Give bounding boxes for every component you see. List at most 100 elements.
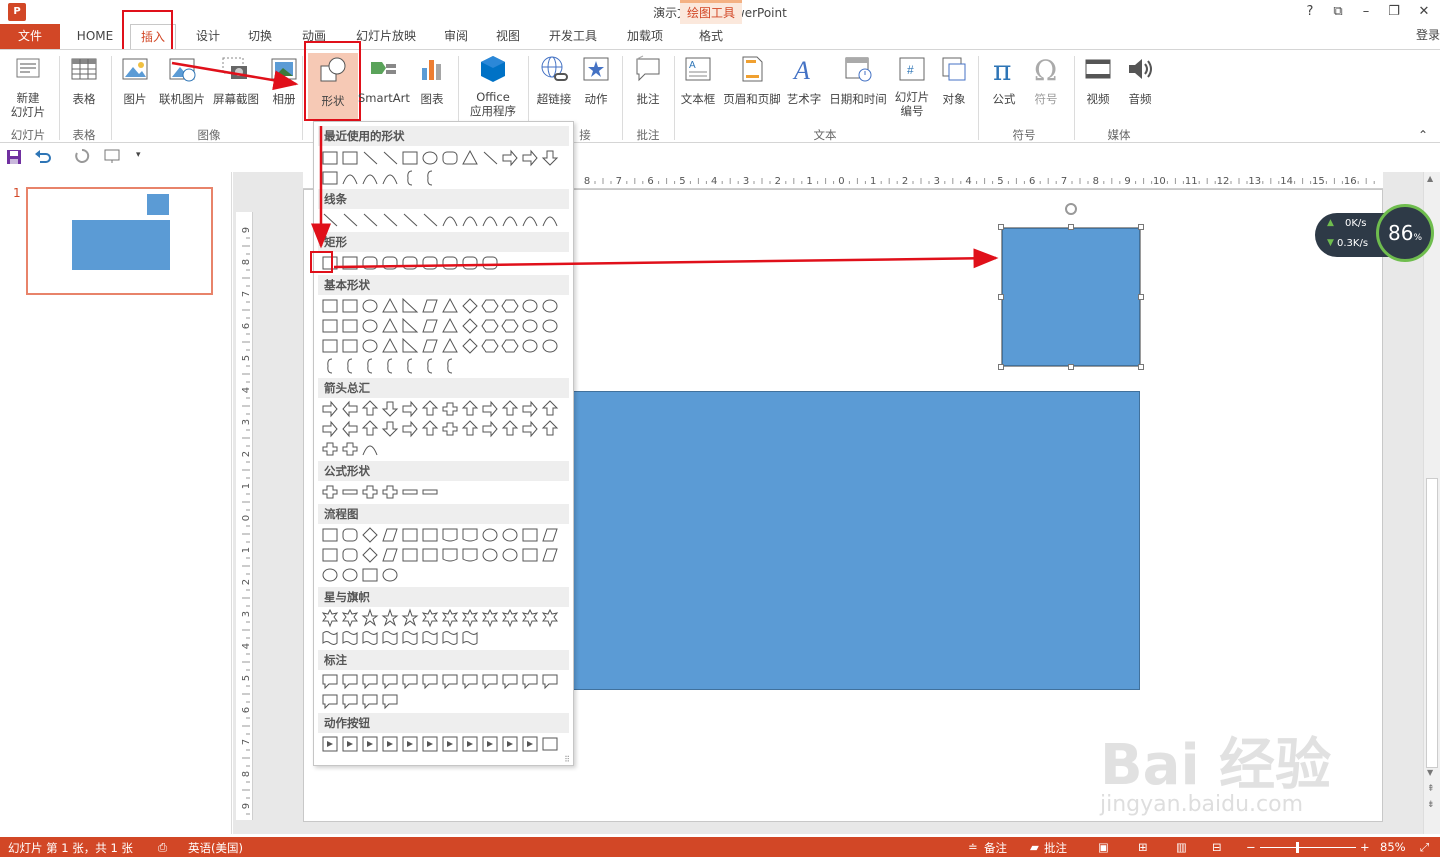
tab-addins[interactable]: 加载项 bbox=[616, 24, 674, 49]
line-icons[interactable] bbox=[318, 210, 569, 230]
start-slideshow-icon[interactable] bbox=[104, 148, 122, 164]
audio-button[interactable]: 音频 bbox=[1120, 54, 1160, 107]
notes-button[interactable]: 备注 bbox=[984, 840, 1007, 856]
zoom-level[interactable]: 85% bbox=[1380, 840, 1406, 854]
comments-button[interactable]: 批注 bbox=[1044, 840, 1067, 856]
new-slide-button[interactable]: 新建 幻灯片 bbox=[2, 54, 54, 119]
close-button[interactable]: ✕ bbox=[1410, 2, 1438, 22]
flowchart-icons[interactable] bbox=[318, 545, 569, 565]
flowchart-icons[interactable] bbox=[318, 525, 569, 545]
resize-handle[interactable] bbox=[1138, 294, 1144, 300]
resize-handle[interactable] bbox=[1068, 224, 1074, 230]
flowchart-icons[interactable] bbox=[318, 565, 569, 585]
resize-handle[interactable] bbox=[1068, 364, 1074, 370]
zoom-out-button[interactable]: − bbox=[1246, 840, 1256, 854]
shape-row[interactable] bbox=[318, 316, 569, 336]
shape-icons[interactable] bbox=[318, 356, 569, 376]
callout-icons[interactable] bbox=[318, 691, 569, 711]
object-button[interactable]: 对象 bbox=[936, 54, 972, 107]
vertical-scrollbar[interactable]: ▲ ▼ ⇞ ⇟ bbox=[1423, 172, 1440, 834]
rotate-handle-icon[interactable] bbox=[1065, 203, 1077, 215]
shape-row[interactable] bbox=[318, 545, 569, 565]
maximize-button[interactable]: ❐ bbox=[1380, 2, 1408, 22]
arrow-icons[interactable] bbox=[318, 419, 569, 439]
shape-row[interactable] bbox=[318, 671, 569, 691]
help-button[interactable]: ? bbox=[1296, 2, 1324, 22]
shape-row[interactable] bbox=[318, 296, 569, 316]
shape-row[interactable] bbox=[318, 565, 569, 585]
comments-icon[interactable]: ▰ bbox=[1030, 840, 1039, 854]
tab-review[interactable]: 审阅 bbox=[434, 24, 478, 49]
equation-button[interactable]: π 公式 bbox=[982, 54, 1026, 107]
textbox-button[interactable]: A 文本框 bbox=[678, 54, 718, 107]
banner-icons[interactable] bbox=[318, 628, 569, 648]
shape-icons[interactable] bbox=[318, 316, 569, 336]
fit-slide-icon[interactable]: ⤢ bbox=[1420, 840, 1429, 855]
shape-row[interactable] bbox=[318, 628, 569, 648]
resize-grip-icon[interactable]: ⠿ bbox=[564, 755, 570, 764]
save-icon[interactable] bbox=[6, 149, 22, 165]
slide-number-button[interactable]: # 幻灯片 编号 bbox=[890, 54, 934, 118]
shape-row[interactable] bbox=[318, 525, 569, 545]
chart-button[interactable]: 图表 bbox=[412, 54, 452, 107]
resize-handle[interactable] bbox=[998, 294, 1004, 300]
office-apps-button[interactable]: Office 应用程序 bbox=[462, 54, 524, 118]
math-shape-icons[interactable] bbox=[318, 482, 569, 502]
shape-row[interactable] bbox=[318, 210, 569, 230]
customize-qat-icon[interactable]: ▾ bbox=[136, 150, 141, 160]
sorter-view-icon[interactable]: ⊞ bbox=[1138, 840, 1148, 854]
shape-icons[interactable] bbox=[318, 148, 569, 168]
rectangle-icons[interactable] bbox=[318, 253, 569, 273]
star-icons[interactable] bbox=[318, 608, 569, 628]
datetime-button[interactable]: 日期和时间 bbox=[826, 54, 890, 107]
shape-row[interactable] bbox=[318, 691, 569, 711]
zoom-in-button[interactable]: + bbox=[1360, 840, 1370, 854]
resize-handle[interactable] bbox=[1138, 224, 1144, 230]
shape-row[interactable] bbox=[318, 148, 569, 168]
header-footer-button[interactable]: 页眉和页脚 bbox=[720, 54, 784, 107]
action-button[interactable]: 动作 bbox=[576, 54, 616, 107]
zoom-slider[interactable] bbox=[1260, 847, 1356, 848]
comment-button[interactable]: 批注 bbox=[626, 54, 670, 107]
shape-row[interactable] bbox=[318, 419, 569, 439]
shape-icons[interactable] bbox=[318, 168, 569, 188]
resize-handle[interactable] bbox=[998, 364, 1004, 370]
zoom-slider-thumb[interactable] bbox=[1296, 842, 1299, 853]
shapes-gallery[interactable]: 最近使用的形状 线条 矩形 基本形状 箭头总汇 公式形状 流程图 星与旗帜 标注… bbox=[313, 121, 574, 766]
reading-view-icon[interactable]: ▥ bbox=[1176, 840, 1187, 854]
picture-button[interactable]: 图片 bbox=[116, 54, 154, 107]
next-slide-icon[interactable]: ⇟ bbox=[1427, 800, 1435, 810]
tab-design[interactable]: 设计 bbox=[186, 24, 230, 49]
previous-slide-icon[interactable]: ⇞ bbox=[1427, 784, 1435, 794]
tab-developer[interactable]: 开发工具 bbox=[540, 24, 606, 49]
table-button[interactable]: 表格 bbox=[62, 54, 106, 107]
large-rectangle-shape[interactable] bbox=[573, 391, 1140, 690]
callout-icons[interactable] bbox=[318, 671, 569, 691]
shape-icons[interactable] bbox=[318, 296, 569, 316]
ribbon-display-button[interactable]: ⧉ bbox=[1324, 2, 1352, 22]
tab-format[interactable]: 格式 bbox=[680, 24, 742, 49]
shape-row[interactable] bbox=[318, 734, 569, 754]
scroll-down-icon[interactable]: ▼ bbox=[1427, 768, 1433, 777]
video-button[interactable]: 视频 bbox=[1078, 54, 1118, 107]
album-button[interactable]: 相册 bbox=[266, 54, 302, 107]
hyperlink-button[interactable]: 超链接 bbox=[532, 54, 576, 107]
shape-row[interactable] bbox=[318, 439, 569, 459]
minimize-button[interactable]: – bbox=[1352, 2, 1380, 22]
shape-row[interactable] bbox=[318, 168, 569, 188]
redo-icon[interactable] bbox=[74, 148, 90, 164]
tab-transitions[interactable]: 切换 bbox=[238, 24, 282, 49]
online-picture-button[interactable]: 联机图片 bbox=[156, 54, 208, 107]
wordart-button[interactable]: A 艺术字 bbox=[784, 54, 824, 107]
normal-view-icon[interactable]: ▣ bbox=[1098, 840, 1109, 854]
tab-view[interactable]: 视图 bbox=[486, 24, 530, 49]
resize-handle[interactable] bbox=[1138, 364, 1144, 370]
shape-icons[interactable] bbox=[318, 336, 569, 356]
memory-usage-ring[interactable]: 86% bbox=[1376, 204, 1434, 262]
notes-icon[interactable]: ≐ bbox=[968, 840, 978, 854]
arrow-icons[interactable] bbox=[318, 399, 569, 419]
undo-icon[interactable] bbox=[34, 148, 52, 164]
shape-row[interactable] bbox=[318, 482, 569, 502]
language-status[interactable]: 英语(美国) bbox=[188, 840, 243, 856]
shape-row[interactable] bbox=[318, 608, 569, 628]
